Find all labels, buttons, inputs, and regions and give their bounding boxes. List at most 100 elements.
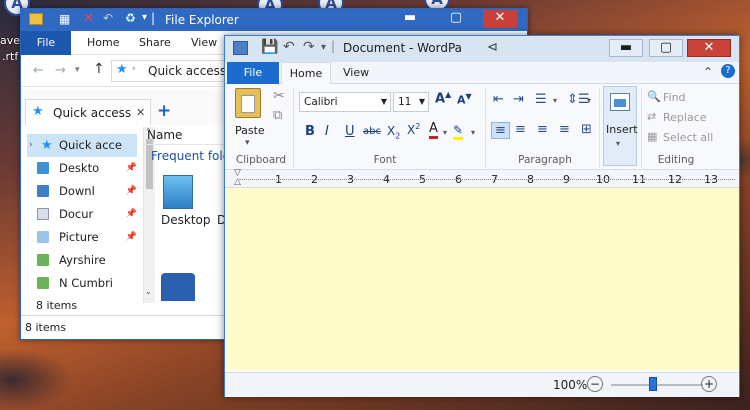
zoom-slider-thumb[interactable] — [649, 377, 657, 391]
shrink-font-icon[interactable]: A▼ — [457, 92, 472, 107]
close-button[interactable]: ✕ — [687, 39, 731, 57]
new-tab-button[interactable]: + — [157, 101, 171, 121]
nav-label: Quick acce — [59, 138, 122, 152]
replace-icon[interactable]: ⇄ — [647, 110, 656, 123]
nav-item-documents[interactable]: Docur 📌 — [27, 203, 137, 226]
font-size-combo[interactable]: 11 ▼ — [393, 92, 429, 112]
recent-locations-icon[interactable]: ▾ — [75, 65, 80, 75]
nav-item-quick-access[interactable]: › ★ Quick acce — [27, 134, 137, 157]
tab-file[interactable]: File — [21, 31, 71, 55]
chevron-down-icon: ▾ — [616, 139, 621, 148]
tab-home[interactable]: Home — [281, 62, 331, 84]
zoom-slider-track[interactable] — [611, 384, 703, 386]
desktop-label[interactable]: ave — [0, 34, 20, 47]
nav-item-downloads[interactable]: Downl 📌 — [27, 180, 137, 203]
paste-dropdown-icon[interactable]: ▾ — [245, 138, 250, 148]
redo-icon[interactable]: ↷ — [303, 39, 315, 55]
document-editor[interactable] — [227, 188, 739, 370]
find-icon[interactable]: 🔍 — [647, 90, 661, 103]
select-all-button[interactable]: Select all — [663, 131, 713, 144]
expand-icon[interactable]: › — [29, 134, 33, 157]
bullets-icon[interactable]: ☰ — [535, 92, 547, 107]
paragraph-group-label: Paragraph — [518, 154, 572, 166]
increase-indent-icon[interactable]: ⇥ — [513, 92, 524, 107]
chevron-down-icon[interactable]: ▾ — [553, 96, 557, 105]
underline-button[interactable]: U — [345, 124, 355, 139]
nav-item-ayrshire[interactable]: Ayrshire — [27, 249, 137, 272]
delete-icon[interactable]: ✕ — [83, 11, 94, 26]
address-box[interactable]: ★ › Quick access — [111, 60, 231, 82]
tab-view[interactable]: View — [343, 66, 369, 79]
wordpad-app-icon[interactable] — [233, 41, 248, 55]
scroll-thumb[interactable] — [146, 139, 153, 189]
highlight-button[interactable]: ✎ — [453, 123, 464, 140]
tab-quick-access[interactable]: ★ Quick access ✕ — [25, 99, 151, 125]
maximize-button[interactable]: ▢ — [439, 10, 473, 28]
font-color-button[interactable]: A — [429, 122, 438, 139]
zoom-out-button[interactable]: − — [587, 376, 603, 392]
wordpad-title-bar[interactable]: 💾 ↶ ↷ ▾ | Document - WordPa ⊲ ▬ ▢ ✕ — [225, 36, 739, 62]
nav-item-pictures[interactable]: Picture 📌 — [27, 226, 137, 249]
find-button[interactable]: Find — [663, 91, 686, 104]
pin-icon[interactable]: ⊲ — [487, 40, 498, 55]
zoom-in-button[interactable]: + — [701, 376, 717, 392]
align-right-icon[interactable]: ≡ — [537, 122, 548, 137]
superscript-button[interactable]: X2 — [407, 122, 420, 137]
address-text: Quick access — [148, 64, 227, 78]
nav-item-desktop[interactable]: Deskto 📌 — [27, 157, 137, 180]
subscript-button[interactable]: X2 — [387, 124, 400, 140]
replace-button[interactable]: Replace — [663, 111, 707, 124]
paragraph-settings-icon[interactable]: ⊞ — [581, 122, 592, 137]
maximize-button[interactable]: ▢ — [649, 39, 683, 57]
tab-home[interactable]: Home — [87, 31, 119, 55]
align-center-icon[interactable]: ≡ — [515, 122, 526, 137]
tab-share[interactable]: Share — [139, 31, 171, 55]
properties-icon[interactable]: ▦ — [59, 12, 70, 26]
customize-toolbar-icon[interactable]: ▾ — [142, 12, 147, 23]
explorer-title-bar[interactable]: ▦ ✕ ↶ ♻ ▾ | File Explorer ▬ ▢ ✕ — [21, 9, 527, 31]
grow-font-icon[interactable]: A▲ — [435, 90, 451, 106]
desktop-label[interactable]: .rtf — [2, 50, 18, 63]
save-icon[interactable]: 💾 — [261, 39, 278, 55]
select-all-icon[interactable]: ▦ — [647, 130, 657, 143]
paste-icon[interactable] — [235, 88, 261, 118]
close-tab-icon[interactable]: ✕ — [136, 106, 145, 119]
recycle-icon[interactable]: ♻ — [125, 11, 136, 25]
folder-tile-desktop[interactable]: Desktop — [161, 169, 221, 229]
ruler[interactable]: ▽ △ 1 2 3 4 5 6 7 8 9 10 11 12 13 — [225, 168, 739, 188]
folder-tile-icon[interactable] — [161, 273, 195, 301]
cut-icon[interactable]: ✂ — [273, 88, 285, 104]
font-name-combo[interactable]: Calibri ▼ — [299, 92, 391, 112]
undo-icon[interactable]: ↶ — [103, 11, 113, 25]
copy-icon[interactable]: ⧉ — [273, 108, 282, 123]
minimize-button[interactable]: ▬ — [393, 10, 427, 28]
collapse-ribbon-icon[interactable]: ⌃ — [703, 65, 713, 79]
insert-button[interactable]: Insert ▾ — [603, 86, 638, 166]
customize-toolbar-icon[interactable]: ▾ — [321, 42, 326, 53]
tab-file[interactable]: File — [227, 62, 279, 84]
align-left-icon[interactable]: ≡ — [491, 122, 510, 139]
pin-icon: 📌 — [125, 209, 137, 219]
desktop-icon — [37, 162, 49, 174]
minimize-button[interactable]: ▬ — [609, 39, 643, 57]
italic-button[interactable]: I — [325, 124, 329, 139]
forward-icon[interactable]: → — [55, 63, 66, 78]
help-icon[interactable]: ? — [721, 64, 735, 78]
decrease-indent-icon[interactable]: ⇤ — [493, 92, 504, 107]
chevron-down-icon[interactable]: ▾ — [587, 96, 591, 105]
undo-icon[interactable]: ↶ — [283, 39, 295, 55]
up-icon[interactable]: ↑ — [93, 61, 105, 77]
justify-icon[interactable]: ≡ — [559, 122, 570, 137]
column-name-header[interactable]: Name — [147, 128, 182, 142]
close-button[interactable]: ✕ — [483, 10, 517, 28]
scroll-down-icon[interactable]: ⌄ — [145, 287, 152, 296]
nav-item-n-cumbria[interactable]: N Cumbri — [27, 272, 137, 295]
back-icon[interactable]: ← — [33, 63, 44, 78]
chevron-down-icon[interactable]: ▾ — [443, 128, 447, 137]
divider — [641, 88, 642, 168]
strikethrough-button[interactable]: abc — [363, 126, 381, 137]
bold-button[interactable]: B — [305, 124, 315, 139]
chevron-down-icon[interactable]: ▾ — [471, 128, 475, 137]
tab-view[interactable]: View — [191, 31, 217, 55]
paste-button[interactable]: Paste — [235, 124, 265, 137]
